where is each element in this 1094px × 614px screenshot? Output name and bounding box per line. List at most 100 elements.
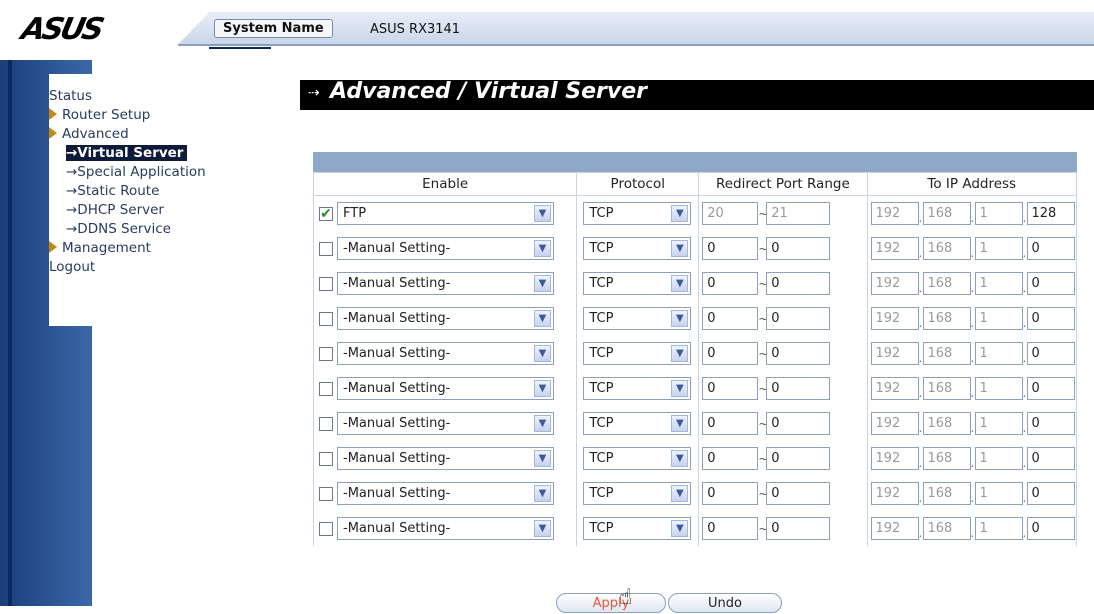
port-from-input[interactable]: 0 — [702, 377, 759, 400]
port-from-input[interactable]: 0 — [702, 482, 759, 505]
chevron-down-icon[interactable]: ▼ — [534, 205, 551, 222]
ip-octet-2-input[interactable]: 168 — [922, 447, 971, 470]
ip-octet-3-input[interactable]: 1 — [974, 412, 1023, 435]
ip-octet-1-input[interactable]: 192 — [870, 307, 919, 330]
port-from-input[interactable]: 0 — [702, 237, 759, 260]
port-to-input[interactable]: 0 — [766, 272, 831, 295]
chevron-down-icon[interactable]: ▼ — [671, 310, 689, 327]
enable-checkbox[interactable] — [319, 276, 333, 291]
enable-checkbox[interactable] — [319, 346, 333, 361]
ip-octet-4-input[interactable]: 0 — [1026, 272, 1075, 295]
ip-octet-4-input[interactable]: 0 — [1026, 237, 1075, 260]
chevron-down-icon[interactable]: ▼ — [534, 275, 551, 292]
ip-octet-4-input[interactable]: 0 — [1026, 482, 1075, 505]
menu-item-dhcp-server[interactable]: →DHCP Server — [66, 201, 164, 220]
protocol-select[interactable]: TCP ▼ — [583, 412, 692, 435]
ip-octet-3-input[interactable]: 1 — [974, 237, 1023, 260]
port-from-input[interactable]: 20 — [702, 202, 759, 225]
chevron-down-icon[interactable]: ▼ — [671, 205, 689, 222]
ip-octet-1-input[interactable]: 192 — [870, 237, 919, 260]
ip-octet-4-input[interactable]: 128 — [1026, 202, 1075, 225]
chevron-down-icon[interactable]: ▼ — [671, 520, 689, 537]
port-to-input[interactable]: 0 — [766, 377, 831, 400]
chevron-down-icon[interactable]: ▼ — [671, 275, 689, 292]
menu-item-special-application[interactable]: →Special Application — [66, 163, 206, 182]
enable-checkbox[interactable] — [319, 521, 333, 536]
protocol-select[interactable]: TCP ▼ — [583, 447, 692, 470]
enable-checkbox[interactable] — [319, 416, 333, 431]
menu-item-logout[interactable]: Logout — [49, 258, 95, 277]
port-to-input[interactable]: 0 — [766, 412, 831, 435]
chevron-down-icon[interactable]: ▼ — [534, 380, 551, 397]
ip-octet-1-input[interactable]: 192 — [870, 412, 919, 435]
ip-octet-2-input[interactable]: 168 — [922, 377, 971, 400]
chevron-down-icon[interactable]: ▼ — [671, 380, 689, 397]
protocol-select[interactable]: TCP ▼ — [583, 272, 692, 295]
ip-octet-1-input[interactable]: 192 — [870, 447, 919, 470]
chevron-down-icon[interactable]: ▼ — [671, 415, 689, 432]
ip-octet-2-input[interactable]: 168 — [922, 237, 971, 260]
protocol-select[interactable]: TCP ▼ — [583, 237, 692, 260]
apply-button[interactable]: Apply — [556, 593, 666, 613]
ip-octet-1-input[interactable]: 192 — [870, 342, 919, 365]
ip-octet-3-input[interactable]: 1 — [974, 202, 1023, 225]
ip-octet-2-input[interactable]: 168 — [922, 412, 971, 435]
chevron-down-icon[interactable]: ▼ — [671, 485, 689, 502]
ip-octet-1-input[interactable]: 192 — [870, 202, 919, 225]
protocol-select[interactable]: TCP ▼ — [583, 342, 692, 365]
service-select[interactable]: FTP ▼ — [337, 202, 554, 225]
enable-checkbox[interactable] — [319, 311, 333, 326]
ip-octet-2-input[interactable]: 168 — [922, 482, 971, 505]
ip-octet-1-input[interactable]: 192 — [870, 377, 919, 400]
menu-item-static-route[interactable]: →Static Route — [66, 182, 159, 201]
port-to-input[interactable]: 0 — [766, 342, 831, 365]
chevron-down-icon[interactable]: ▼ — [671, 450, 689, 467]
ip-octet-2-input[interactable]: 168 — [922, 202, 971, 225]
port-from-input[interactable]: 0 — [702, 517, 759, 540]
chevron-down-icon[interactable]: ▼ — [534, 310, 551, 327]
service-select[interactable]: -Manual Setting- ▼ — [337, 447, 554, 470]
port-from-input[interactable]: 0 — [702, 412, 759, 435]
service-select[interactable]: -Manual Setting- ▼ — [337, 237, 554, 260]
port-from-input[interactable]: 0 — [702, 447, 759, 470]
ip-octet-3-input[interactable]: 1 — [974, 447, 1023, 470]
chevron-down-icon[interactable]: ▼ — [534, 415, 551, 432]
port-from-input[interactable]: 0 — [702, 272, 759, 295]
ip-octet-1-input[interactable]: 192 — [870, 272, 919, 295]
port-to-input[interactable]: 0 — [766, 482, 831, 505]
ip-octet-2-input[interactable]: 168 — [922, 272, 971, 295]
chevron-down-icon[interactable]: ▼ — [534, 345, 551, 362]
enable-checkbox[interactable] — [319, 241, 333, 256]
chevron-down-icon[interactable]: ▼ — [671, 345, 689, 362]
enable-checkbox[interactable] — [319, 381, 333, 396]
ip-octet-2-input[interactable]: 168 — [922, 517, 971, 540]
service-select[interactable]: -Manual Setting- ▼ — [337, 412, 554, 435]
ip-octet-3-input[interactable]: 1 — [974, 342, 1023, 365]
port-to-input[interactable]: 21 — [766, 202, 831, 225]
service-select[interactable]: -Manual Setting- ▼ — [337, 342, 554, 365]
chevron-down-icon[interactable]: ▼ — [534, 520, 551, 537]
ip-octet-3-input[interactable]: 1 — [974, 377, 1023, 400]
protocol-select[interactable]: TCP ▼ — [583, 307, 692, 330]
ip-octet-3-input[interactable]: 1 — [974, 482, 1023, 505]
port-from-input[interactable]: 0 — [702, 307, 759, 330]
port-from-input[interactable]: 0 — [702, 342, 759, 365]
ip-octet-2-input[interactable]: 168 — [922, 342, 971, 365]
menu-item-virtual-server[interactable]: →Virtual Server — [66, 144, 188, 163]
enable-checkbox[interactable] — [319, 486, 333, 501]
port-to-input[interactable]: 0 — [766, 307, 831, 330]
menu-item-router-setup[interactable]: Router Setup — [49, 106, 150, 125]
chevron-down-icon[interactable]: ▼ — [534, 450, 551, 467]
chevron-down-icon[interactable]: ▼ — [534, 485, 551, 502]
protocol-select[interactable]: TCP ▼ — [583, 377, 692, 400]
ip-octet-4-input[interactable]: 0 — [1026, 377, 1075, 400]
port-to-input[interactable]: 0 — [766, 517, 831, 540]
enable-checkbox[interactable]: ✔ — [319, 206, 333, 221]
protocol-select[interactable]: TCP ▼ — [583, 482, 692, 505]
port-to-input[interactable]: 0 — [766, 237, 831, 260]
ip-octet-4-input[interactable]: 0 — [1026, 447, 1075, 470]
ip-octet-4-input[interactable]: 0 — [1026, 307, 1075, 330]
service-select[interactable]: -Manual Setting- ▼ — [337, 482, 554, 505]
menu-item-ddns-service[interactable]: →DDNS Service — [66, 220, 171, 239]
ip-octet-1-input[interactable]: 192 — [870, 517, 919, 540]
